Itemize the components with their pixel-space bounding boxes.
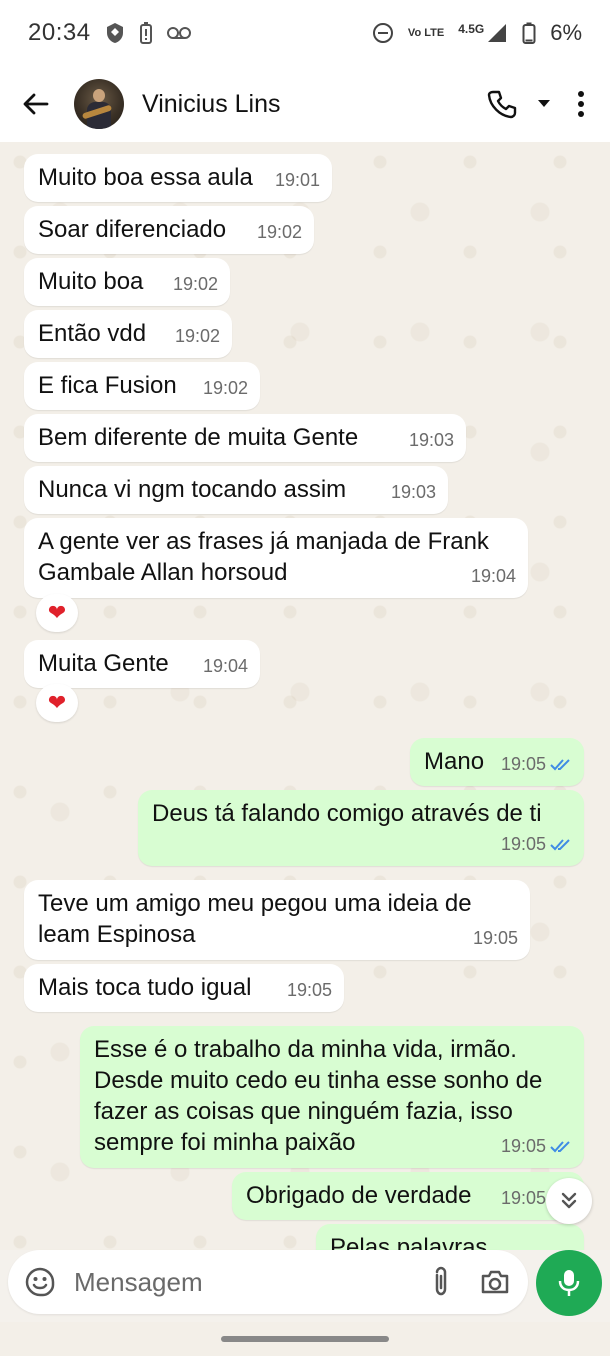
attach-icon[interactable] (430, 1266, 452, 1298)
message-composer (8, 1250, 528, 1314)
message-time: 19:04 (470, 566, 516, 586)
message-bubble-incoming[interactable]: Muito boa essa aula 19:01 (24, 154, 332, 202)
chat-area[interactable]: Muito boa essa aula 19:01 Soar diferenci… (0, 142, 610, 1250)
more-vert-icon[interactable] (566, 84, 596, 124)
heart-reaction[interactable]: ❤ (36, 684, 78, 722)
message-text: Teve um amigo meu pegou uma ideia de lea… (38, 890, 479, 948)
mic-icon (558, 1270, 580, 1296)
message-bubble-outgoing[interactable]: Deus tá falando comigo através de ti 19:… (138, 790, 584, 866)
read-receipt-icon (550, 758, 572, 772)
message-bubble-outgoing[interactable]: Obrigado de verdade 19:05 (232, 1172, 584, 1220)
battery-percent: 6% (550, 20, 582, 45)
message-bubble-incoming[interactable]: Teve um amigo meu pegou uma ideia de lea… (24, 880, 530, 960)
message-input[interactable] (74, 1266, 430, 1298)
system-nav-bar (0, 1322, 610, 1356)
read-receipt-icon (550, 838, 572, 852)
message-time: 19:02 (174, 326, 220, 346)
status-bar: 20:34 Vo LTE 4.5G 6% (0, 0, 610, 66)
message-time: 19:05 (500, 834, 546, 854)
network-type: 4.5G (458, 22, 485, 36)
message-bubble-incoming[interactable]: E fica Fusion 19:02 (24, 362, 260, 410)
message-time: 19:04 (202, 656, 248, 676)
message-bubble-outgoing[interactable]: Pelas palavras (316, 1224, 584, 1250)
message-time: 19:02 (202, 378, 248, 398)
chat-header: Vinicius Lins (0, 66, 610, 142)
message-text: Nunca vi ngm tocando assim (38, 476, 347, 503)
dnd-icon (372, 22, 394, 44)
shield-icon (105, 22, 125, 44)
status-time: 20:34 (28, 19, 91, 46)
message-text: A gente ver as frases já manjada de Fran… (38, 528, 496, 586)
message-time: 19:02 (256, 222, 302, 242)
camera-icon[interactable] (480, 1269, 510, 1295)
message-time: 19:05 (500, 1188, 546, 1208)
read-receipt-icon (550, 1140, 572, 1154)
message-time: 19:05 (500, 754, 546, 774)
home-handle[interactable] (221, 1336, 389, 1342)
battery-icon (522, 22, 536, 44)
signal-icon (486, 22, 508, 44)
scroll-to-bottom-button[interactable] (546, 1178, 592, 1224)
message-text: Pelas palavras (330, 1234, 488, 1250)
avatar[interactable] (74, 79, 124, 129)
emoji-icon[interactable] (24, 1266, 56, 1298)
message-bubble-outgoing[interactable]: Esse é o trabalho da minha vida, irmão. … (80, 1026, 584, 1168)
phone-icon[interactable] (482, 84, 522, 124)
message-bubble-incoming[interactable]: Então vdd 19:02 (24, 310, 232, 358)
message-time: 19:02 (172, 274, 218, 294)
message-time: 19:03 (408, 430, 454, 450)
message-time: 19:05 (472, 928, 518, 948)
message-time: 19:05 (286, 980, 332, 1000)
message-text: Esse é o trabalho da minha vida, irmão. … (94, 1036, 549, 1156)
message-bubble-outgoing[interactable]: Mano 19:05 (410, 738, 584, 786)
contact-name[interactable]: Vinicius Lins (142, 90, 482, 119)
message-bubble-incoming[interactable]: Muita Gente 19:04 (24, 640, 260, 688)
message-time: 19:01 (274, 170, 320, 190)
message-bubble-incoming[interactable]: Muito boa 19:02 (24, 258, 230, 306)
message-bubble-incoming[interactable]: A gente ver as frases já manjada de Fran… (24, 518, 528, 598)
message-bubble-incoming[interactable]: Mais toca tudo igual 19:05 (24, 964, 344, 1012)
back-arrow-icon[interactable] (18, 87, 52, 121)
dropdown-icon[interactable] (532, 84, 556, 124)
message-time: 19:03 (390, 482, 436, 502)
message-bubble-incoming[interactable]: Bem diferente de muita Gente 19:03 (24, 414, 466, 462)
chevron-down-icon (561, 1192, 577, 1209)
message-text: Deus tá falando comigo através de ti (152, 800, 542, 827)
voicemail-icon (166, 26, 191, 40)
volte-indicator: Vo LTE (407, 26, 445, 39)
heart-reaction[interactable]: ❤ (36, 594, 78, 632)
message-bubble-incoming[interactable]: Soar diferenciado 19:02 (24, 206, 314, 254)
battery-alert-icon (139, 22, 153, 44)
message-bubble-incoming[interactable]: Nunca vi ngm tocando assim 19:03 (24, 466, 448, 514)
message-text: Bem diferente de muita Gente (38, 424, 359, 451)
message-time: 19:05 (500, 1136, 546, 1156)
mic-button[interactable] (536, 1250, 602, 1316)
